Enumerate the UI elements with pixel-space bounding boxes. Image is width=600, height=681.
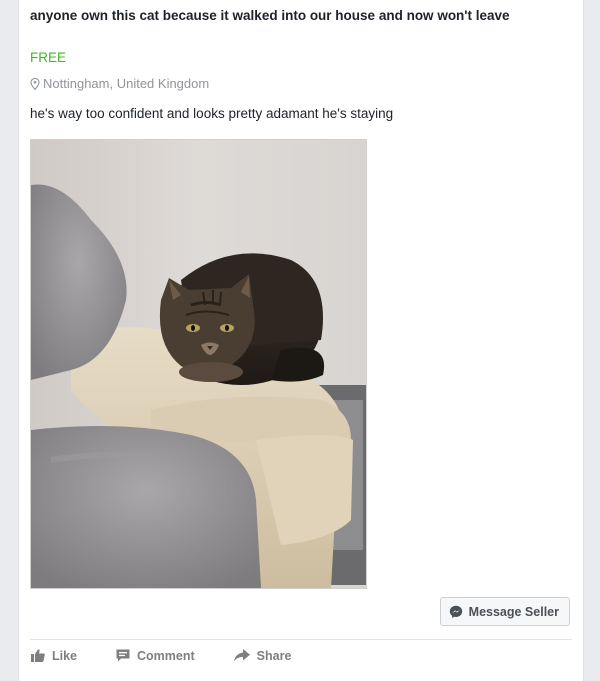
message-seller-label: Message Seller [468,604,559,619]
page-background-edge [584,0,600,681]
like-label: Like [52,648,78,663]
marketplace-post-card: anyone own this cat because it walked in… [18,0,584,681]
messenger-icon [449,605,462,618]
comment-button[interactable]: Comment [115,648,195,663]
location-text: Nottingham, United Kingdom [43,76,210,91]
post-title: anyone own this cat because it walked in… [30,8,510,23]
message-seller-button[interactable]: Message Seller [439,597,570,626]
post-description: he's way too confident and looks pretty … [30,106,394,121]
map-pin-icon [30,77,40,90]
share-label: Share [256,648,292,663]
comment-icon [116,649,130,662]
like-button[interactable]: Like [30,648,77,663]
comment-label: Comment [137,648,195,663]
post-action-bar: Like Comment Share [30,648,329,663]
actions-divider [30,639,572,640]
listing-photo-cat[interactable] [30,139,367,589]
post-location: Nottingham, United Kingdom [30,76,209,91]
post-price: FREE [30,50,67,65]
cat-on-sofa-illustration [31,140,366,588]
share-arrow-icon [233,649,250,662]
thumbs-up-icon [31,649,45,662]
share-button[interactable]: Share [233,648,292,663]
